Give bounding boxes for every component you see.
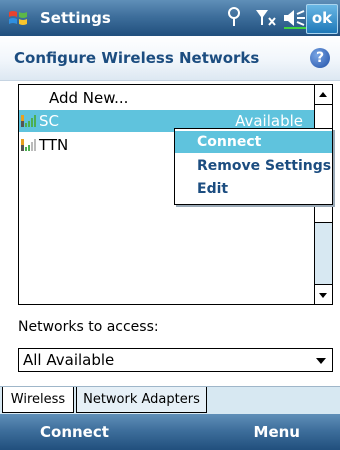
- network-ssid: TTN: [39, 136, 69, 154]
- page-title: Configure Wireless Networks: [14, 49, 260, 67]
- connectivity-icon[interactable]: [226, 6, 242, 30]
- tab-wireless[interactable]: Wireless: [2, 387, 74, 413]
- help-icon[interactable]: ?: [310, 48, 330, 68]
- networks-to-access-label: Networks to access:: [18, 319, 159, 335]
- speaker-icon[interactable]: [282, 6, 308, 30]
- signal-strength-icon: [21, 139, 36, 151]
- context-menu: Connect Remove Settings Edit: [174, 128, 333, 205]
- softkey-bar: Connect Menu: [0, 414, 340, 450]
- networks-to-access-select[interactable]: All Available: [18, 348, 333, 372]
- tab-network-adapters[interactable]: Network Adapters: [76, 387, 207, 413]
- menu-item-edit[interactable]: Edit: [175, 178, 332, 200]
- start-flag-icon[interactable]: [6, 5, 32, 31]
- select-value: All Available: [23, 351, 115, 369]
- ok-button[interactable]: ok: [306, 4, 338, 34]
- menu-item-connect[interactable]: Connect: [175, 131, 332, 153]
- menu-item-remove-settings[interactable]: Remove Settings: [175, 155, 332, 177]
- menu-softkey[interactable]: Menu: [254, 414, 300, 450]
- scroll-down-button[interactable]: [315, 284, 332, 304]
- connect-softkey[interactable]: Connect: [40, 414, 109, 450]
- page-header: Configure Wireless Networks ?: [0, 36, 340, 81]
- title-bar: Settings ok: [0, 0, 340, 36]
- network-ssid: SC: [39, 112, 59, 130]
- chevron-down-icon: [319, 293, 327, 298]
- add-new-label: Add New...: [49, 89, 129, 107]
- scroll-up-button[interactable]: [315, 85, 332, 105]
- window-title: Settings: [40, 9, 111, 27]
- chevron-up-icon: [319, 92, 327, 97]
- signal-off-icon[interactable]: [254, 6, 278, 30]
- tab-bar: Wireless Network Adapters: [0, 386, 340, 415]
- add-new-item[interactable]: Add New...: [19, 87, 315, 109]
- chevron-down-icon: [316, 358, 326, 364]
- signal-strength-icon: [21, 115, 36, 127]
